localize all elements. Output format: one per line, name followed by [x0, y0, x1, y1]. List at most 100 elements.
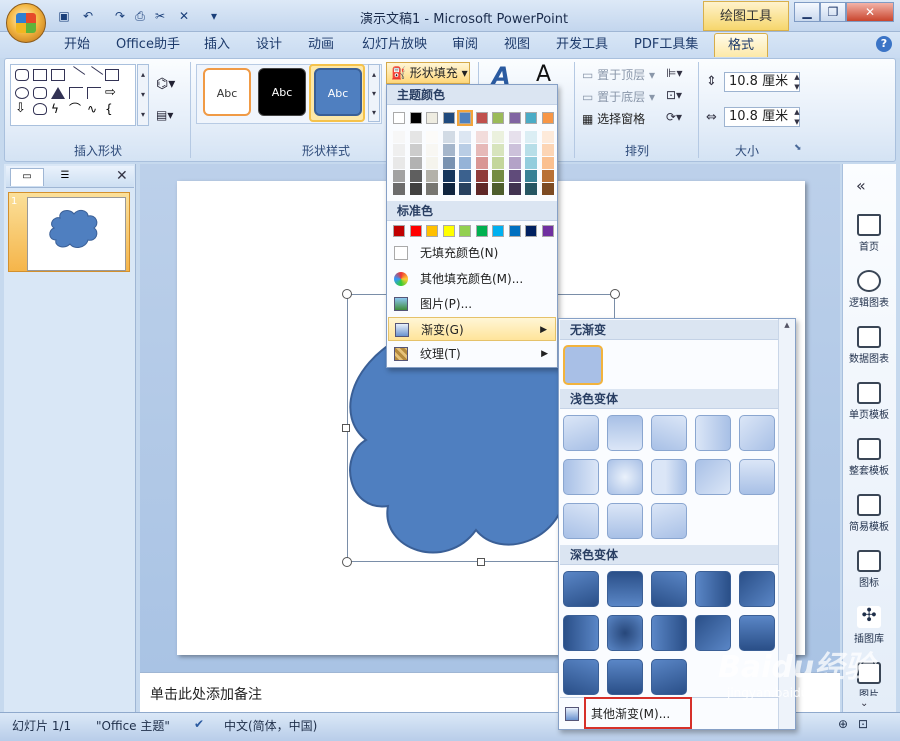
theme-shade-swatch[interactable] — [459, 157, 471, 169]
theme-shade-swatch[interactable] — [426, 183, 438, 195]
shape-cloud-icon[interactable] — [33, 103, 47, 115]
rp-home[interactable]: 首页 — [842, 214, 896, 253]
shape-style-orange-outline[interactable]: Abc — [203, 68, 251, 116]
theme-color-swatch[interactable] — [541, 112, 554, 124]
dark-gradient-option[interactable] — [563, 571, 599, 607]
theme-color-swatch[interactable] — [457, 110, 473, 126]
theme-shade-swatch[interactable] — [492, 144, 504, 156]
picture-fill-item[interactable]: 图片(P)... — [388, 292, 556, 316]
theme-shade-swatch[interactable] — [426, 157, 438, 169]
tab-slideshow[interactable]: 幻灯片放映 — [356, 33, 433, 57]
dark-gradient-option[interactable] — [607, 659, 643, 695]
theme-shade-swatch[interactable] — [426, 131, 438, 143]
width-spinner[interactable]: ▲ ▼ — [790, 107, 804, 127]
collapse-panel-icon[interactable]: « — [856, 176, 866, 195]
group-icon[interactable]: ⊡▾ — [666, 88, 682, 102]
rp-icons[interactable]: 图标 — [842, 550, 896, 589]
theme-shade-swatch[interactable] — [492, 131, 504, 143]
theme-shade-swatch[interactable] — [459, 170, 471, 182]
light-gradient-option[interactable] — [607, 415, 643, 451]
shape-width-input[interactable]: 10.8 厘米 — [724, 107, 800, 127]
shape-height-input[interactable]: 10.8 厘米 — [724, 72, 800, 92]
resize-handle[interactable] — [342, 557, 352, 567]
fit-window-icon[interactable]: ⊡ — [858, 717, 868, 731]
light-gradient-option[interactable] — [607, 503, 643, 539]
theme-shade-swatch[interactable] — [525, 170, 537, 182]
tab-review[interactable]: 审阅 — [446, 33, 484, 57]
spellcheck-icon[interactable]: ✔ — [194, 717, 204, 731]
tab-office-assistant[interactable]: Office助手 — [110, 33, 186, 57]
theme-shade-swatch[interactable] — [393, 131, 405, 143]
rotate-icon[interactable]: ⟳▾ — [666, 110, 682, 124]
standard-color-swatch[interactable] — [508, 225, 521, 237]
light-gradient-option[interactable] — [563, 415, 599, 451]
light-gradient-option[interactable] — [651, 503, 687, 539]
light-gradient-option[interactable] — [563, 459, 599, 495]
shape-vtextbox-icon[interactable] — [51, 69, 65, 81]
shape-arrow-line-icon[interactable] — [84, 66, 104, 84]
rp-full-template[interactable]: 整套模板 — [842, 438, 896, 477]
send-to-back-button[interactable]: ▭ 置于底层 ▾ — [582, 88, 655, 105]
minimize-button[interactable]: ▁ — [794, 2, 820, 22]
delete-icon[interactable]: ✕ — [176, 8, 192, 24]
bring-to-front-button[interactable]: ▭ 置于顶层 ▾ — [582, 66, 655, 83]
theme-color-swatch[interactable] — [492, 112, 504, 124]
zoom-in-icon[interactable]: ⊕ — [838, 717, 848, 731]
resize-handle[interactable] — [342, 424, 350, 432]
dark-gradient-option[interactable] — [739, 571, 775, 607]
theme-color-swatch[interactable] — [442, 112, 455, 124]
shape-fill-button[interactable]: ⛽ 形状填充 ▾ — [386, 62, 470, 84]
rp-logic-chart[interactable]: 逻辑图表 — [842, 270, 896, 309]
theme-shade-swatch[interactable] — [525, 183, 537, 195]
standard-color-swatch[interactable] — [459, 225, 471, 237]
more-gradients-highlight[interactable] — [584, 697, 692, 729]
shape-gallery-scroll[interactable]: ▴ ▾ ▾ — [137, 64, 149, 126]
dark-gradient-option[interactable] — [651, 571, 687, 607]
dark-gradient-option[interactable] — [607, 571, 643, 607]
light-gradient-option[interactable] — [651, 415, 687, 451]
theme-shade-swatch[interactable] — [409, 131, 422, 143]
light-gradient-option[interactable] — [739, 459, 775, 495]
dark-gradient-option[interactable] — [651, 615, 687, 651]
theme-shade-swatch[interactable] — [442, 170, 455, 182]
tab-format[interactable]: 格式 — [714, 33, 768, 57]
standard-color-swatch[interactable] — [525, 225, 537, 237]
theme-shade-swatch[interactable] — [492, 183, 504, 195]
theme-color-swatch[interactable] — [409, 112, 422, 124]
no-gradient-option[interactable] — [563, 345, 603, 385]
print-preview-icon[interactable]: ⎙ — [132, 8, 148, 24]
shape-lightning-icon[interactable]: ϟ — [51, 103, 65, 115]
close-button[interactable]: ✕ — [846, 2, 894, 22]
shape-elbow2-icon[interactable] — [87, 87, 101, 99]
tab-design[interactable]: 设计 — [250, 33, 288, 57]
theme-shade-swatch[interactable] — [393, 157, 405, 169]
standard-color-swatch[interactable] — [409, 225, 422, 237]
save-icon[interactable]: ▣ — [56, 8, 72, 24]
shape-arc-icon[interactable]: ⌒ — [69, 103, 83, 115]
close-panel-icon[interactable]: ✕ — [116, 168, 128, 184]
no-fill-item[interactable]: 无填充颜色(N) — [388, 241, 556, 265]
theme-shade-swatch[interactable] — [508, 183, 521, 195]
standard-color-swatch[interactable] — [393, 225, 405, 237]
shape-oval-icon[interactable] — [15, 87, 29, 99]
tab-developer[interactable]: 开发工具 — [550, 33, 614, 57]
shape-gallery[interactable]: ⇨ ⇩ ϟ ⌒ ∿ { — [10, 64, 136, 126]
theme-shade-swatch[interactable] — [475, 157, 488, 169]
shape-right-arrow-icon[interactable]: ⇨ — [105, 86, 119, 99]
resize-handle[interactable] — [342, 289, 352, 299]
tab-animation[interactable]: 动画 — [302, 33, 340, 57]
theme-shade-swatch[interactable] — [508, 131, 521, 143]
dark-gradient-option[interactable] — [651, 659, 687, 695]
theme-shade-swatch[interactable] — [541, 131, 554, 143]
theme-shade-swatch[interactable] — [409, 183, 422, 195]
customize-icon[interactable]: ▾ — [206, 8, 222, 24]
shape-line-icon[interactable] — [66, 66, 86, 84]
theme-shade-swatch[interactable] — [492, 157, 504, 169]
text-box-icon[interactable]: ▤▾ — [156, 108, 173, 122]
theme-color-swatch[interactable] — [508, 112, 521, 124]
size-dialog-launcher-icon[interactable]: ⬊ — [794, 143, 802, 153]
light-gradient-option[interactable] — [695, 459, 731, 495]
shape-elbow-icon[interactable] — [69, 87, 83, 99]
help-icon[interactable]: ? — [876, 36, 892, 52]
light-gradient-option[interactable] — [739, 415, 775, 451]
